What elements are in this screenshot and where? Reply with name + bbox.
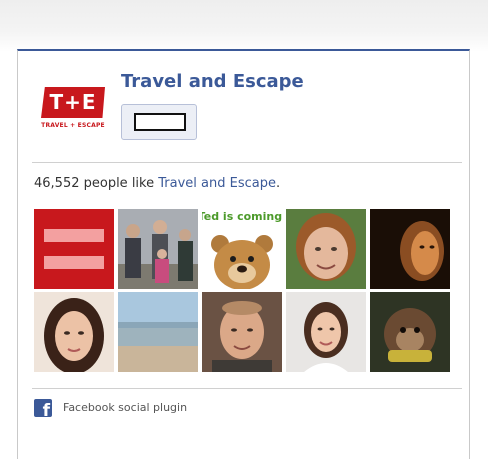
like-count-text: 46,552 people like Travel and Escape. bbox=[34, 176, 280, 191]
teddy-bear-icon: Ted is coming. bbox=[202, 209, 282, 289]
page-backdrop bbox=[0, 0, 488, 52]
fan-avatar[interactable] bbox=[34, 292, 114, 372]
logo-tagline: TRAVEL + ESCAPE bbox=[41, 122, 105, 129]
page-logo[interactable]: T+E TRAVEL + ESCAPE bbox=[35, 79, 111, 137]
fan-avatar[interactable] bbox=[370, 292, 450, 372]
fan-avatar[interactable] bbox=[34, 209, 114, 289]
like-box-widget: T+E TRAVEL + ESCAPE Travel and Escape 46… bbox=[17, 49, 470, 459]
footer-divider bbox=[32, 388, 462, 389]
beach-landscape-icon bbox=[118, 292, 198, 372]
like-count-suffix: . bbox=[275, 176, 281, 191]
woman-portrait-icon bbox=[34, 292, 114, 372]
like-button[interactable] bbox=[121, 104, 197, 140]
social-plugin-link[interactable]: Facebook social plugin bbox=[63, 401, 187, 414]
logo-text: T+E bbox=[49, 90, 97, 114]
header-divider bbox=[32, 162, 462, 163]
page-link[interactable]: Travel and Escape bbox=[158, 176, 276, 191]
fan-avatar[interactable] bbox=[370, 209, 450, 289]
logo-badge: T+E bbox=[41, 87, 105, 118]
like-button-frame bbox=[134, 113, 186, 131]
family-photo-icon bbox=[118, 209, 198, 289]
woman-portrait-icon bbox=[286, 209, 366, 289]
woman-portrait-icon bbox=[286, 292, 366, 372]
fan-avatar[interactable] bbox=[202, 292, 282, 372]
ted-caption: Ted is coming. bbox=[202, 210, 282, 223]
monkey-photo-icon bbox=[370, 292, 450, 372]
fan-avatar[interactable] bbox=[286, 292, 366, 372]
fan-avatar[interactable] bbox=[118, 209, 198, 289]
facebook-icon[interactable]: f bbox=[34, 399, 52, 417]
equality-logo-icon bbox=[34, 209, 114, 289]
fan-faces-grid: Ted is coming. bbox=[34, 209, 450, 372]
fan-avatar[interactable] bbox=[286, 209, 366, 289]
woman-portrait-dark-icon bbox=[370, 209, 450, 289]
fan-avatar[interactable] bbox=[118, 292, 198, 372]
page-title-link[interactable]: Travel and Escape bbox=[121, 71, 304, 92]
fan-avatar[interactable]: Ted is coming. bbox=[202, 209, 282, 289]
like-count-number: 46,552 people like bbox=[34, 176, 155, 191]
man-portrait-icon bbox=[202, 292, 282, 372]
